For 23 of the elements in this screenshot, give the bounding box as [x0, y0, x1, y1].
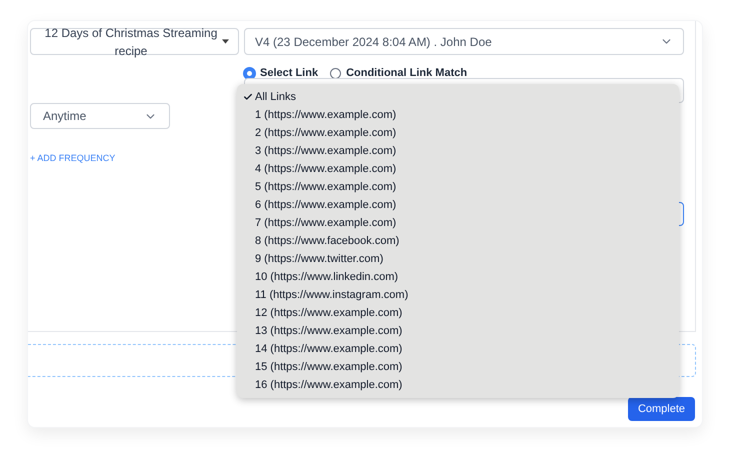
- menu-item[interactable]: 11 (https://www.instagram.com): [237, 286, 679, 304]
- menu-item[interactable]: 6 (https://www.example.com): [237, 196, 679, 214]
- version-select[interactable]: V4 (23 December 2024 8:04 AM) . John Doe: [244, 28, 684, 55]
- menu-item[interactable]: 13 (https://www.example.com): [237, 322, 679, 340]
- menu-item[interactable]: 9 (https://www.twitter.com): [237, 250, 679, 268]
- menu-item[interactable]: 14 (https://www.example.com): [237, 340, 679, 358]
- menu-item[interactable]: 8 (https://www.facebook.com): [237, 232, 679, 250]
- menu-item[interactable]: 5 (https://www.example.com): [237, 178, 679, 196]
- recipe-dropdown[interactable]: 12 Days of Christmas Streaming recipe: [30, 28, 239, 55]
- menu-item[interactable]: 1 (https://www.example.com): [237, 106, 679, 124]
- caret-down-icon: [222, 39, 229, 44]
- menu-item[interactable]: 2 (https://www.example.com): [237, 124, 679, 142]
- menu-item[interactable]: 12 (https://www.example.com): [237, 304, 679, 322]
- menu-item[interactable]: 10 (https://www.linkedin.com): [237, 268, 679, 286]
- menu-item[interactable]: 15 (https://www.example.com): [237, 358, 679, 376]
- menu-item[interactable]: All Links: [237, 88, 679, 106]
- frequency-select[interactable]: Anytime: [30, 103, 170, 129]
- menu-item[interactable]: 7 (https://www.example.com): [237, 214, 679, 232]
- menu-item[interactable]: 16 (https://www.example.com): [237, 376, 679, 394]
- menu-item[interactable]: 3 (https://www.example.com): [237, 142, 679, 160]
- complete-button[interactable]: Complete: [628, 397, 695, 421]
- menu-item[interactable]: 4 (https://www.example.com): [237, 160, 679, 178]
- add-frequency-link[interactable]: + ADD FREQUENCY: [30, 152, 170, 166]
